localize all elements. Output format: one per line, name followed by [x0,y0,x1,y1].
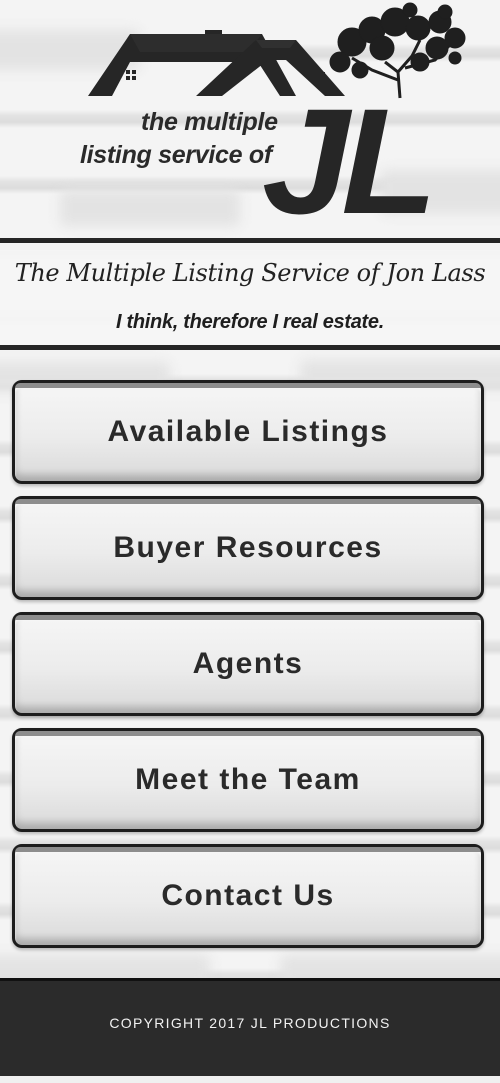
nav-button-contact-us[interactable]: Contact Us [12,844,484,948]
logo-text-line-2: listing service of [80,141,272,169]
nav-button-meet-the-team[interactable]: Meet the Team [12,728,484,832]
logo-text-line-1: the multiple [141,108,278,136]
nav-button-available-listings[interactable]: Available Listings [12,380,484,484]
nav-button-label: Meet the Team [135,763,361,796]
site-title: The Multiple Listing Service of Jon Lass [14,259,486,287]
nav-button-label: Agents [192,647,304,680]
nav-button-agents[interactable]: Agents [12,612,484,716]
tagline-band: The Multiple Listing Service of Jon Lass… [0,238,500,350]
main-navigation: Available Listings Buyer Resources Agent… [12,380,484,960]
site-footer: COPYRIGHT 2017 JL PRODUCTIONS [0,978,500,1083]
footer-divider [0,1076,500,1083]
copyright-text: COPYRIGHT 2017 JL PRODUCTIONS [109,1015,391,1031]
nav-button-label: Available Listings [107,415,389,448]
site-logo[interactable]: the multiple listing service of JL [0,0,500,238]
nav-button-label: Buyer Resources [113,531,383,564]
nav-button-label: Contact Us [161,879,335,912]
site-slogan: I think, therefore I real estate. [116,311,384,333]
logo-monogram: JL [262,77,437,245]
nav-button-buyer-resources[interactable]: Buyer Resources [12,496,484,600]
